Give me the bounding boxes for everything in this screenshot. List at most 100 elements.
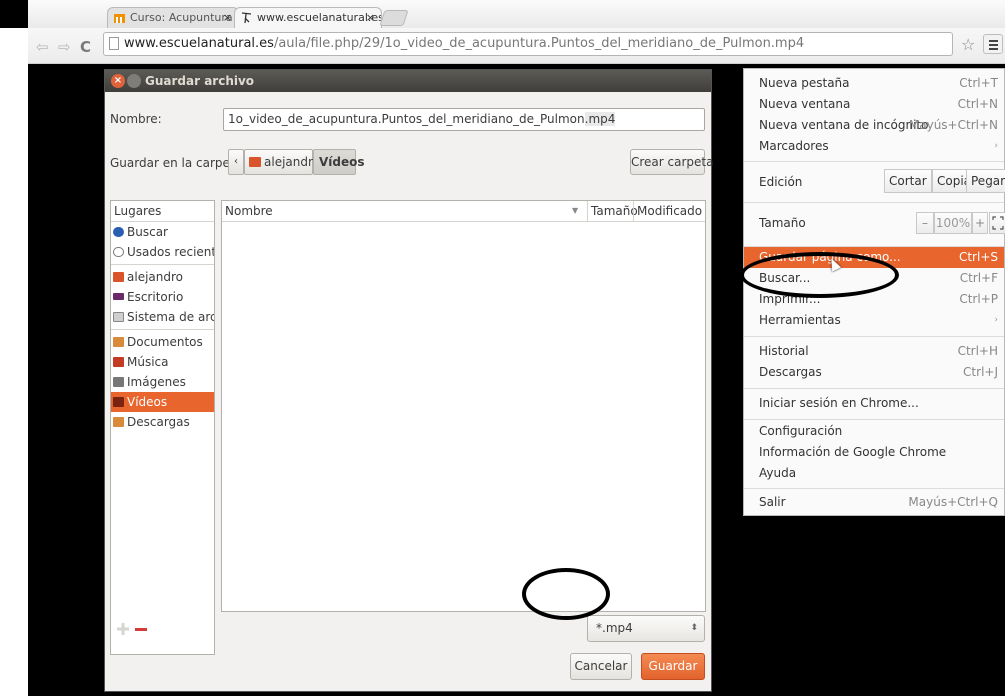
menu-item-exit[interactable]: Salir Mayús+Ctrl+Q bbox=[744, 492, 1004, 513]
back-arrow-icon[interactable]: ⇦ bbox=[36, 38, 49, 56]
menu-item-label: Nueva pestaña bbox=[759, 76, 850, 90]
menu-item-label: Configuración bbox=[759, 424, 843, 438]
window-controls-area bbox=[0, 0, 28, 28]
updown-arrow-icon: ⬍ bbox=[690, 623, 698, 633]
chrome-menu-button[interactable] bbox=[983, 34, 1003, 54]
menu-item-shortcut: Ctrl+S bbox=[958, 250, 998, 264]
menu-item-label: Herramientas bbox=[759, 313, 841, 327]
place-filesystem[interactable]: Sistema de arc… bbox=[111, 307, 214, 327]
menu-separator bbox=[744, 161, 1004, 162]
menu-item-shortcut: Ctrl+J bbox=[963, 365, 998, 379]
place-label: alejandro bbox=[127, 270, 183, 284]
menu-item-downloads[interactable]: Descargas Ctrl+J bbox=[744, 362, 1004, 383]
place-buscar[interactable]: Buscar bbox=[111, 222, 214, 242]
menu-bar-line bbox=[989, 48, 998, 50]
remove-place-icon[interactable] bbox=[135, 628, 147, 631]
menu-item-about[interactable]: Información de Google Chrome bbox=[744, 442, 1004, 463]
column-header-size[interactable]: Tamaño bbox=[587, 201, 638, 221]
menu-item-incognito[interactable]: Nueva ventana de incógnito Mayús+Ctrl+N bbox=[744, 115, 1004, 136]
annotation-circle-menu bbox=[740, 252, 899, 298]
zoom-in-button[interactable]: + bbox=[972, 212, 988, 234]
place-music[interactable]: Música bbox=[111, 352, 214, 372]
place-label: Documentos bbox=[127, 335, 203, 349]
annotation-circle-save bbox=[522, 568, 610, 620]
file-type-filter[interactable]: *.mp4 ⬍ bbox=[587, 615, 705, 642]
menu-item-tools[interactable]: Herramientas › bbox=[744, 310, 1004, 331]
dialog-close-icon[interactable]: × bbox=[111, 74, 125, 88]
filename-extension: .mp4 bbox=[584, 112, 616, 126]
fullscreen-glyph bbox=[992, 216, 1004, 230]
drive-icon bbox=[113, 312, 124, 322]
tab-close-icon[interactable]: × bbox=[366, 8, 375, 27]
path-crumb-videos[interactable]: Vídeos bbox=[313, 149, 365, 175]
place-videos[interactable]: Vídeos bbox=[111, 392, 214, 412]
file-list[interactable]: Nombre ▼ Tamaño Modificado bbox=[221, 200, 706, 612]
places-header: Lugares bbox=[111, 201, 214, 222]
address-bar[interactable]: www.escuelanatural.es/aula/file.php/29/1… bbox=[103, 32, 953, 56]
menu-item-new-window[interactable]: Nueva ventana Ctrl+N bbox=[744, 94, 1004, 115]
menu-bar-line bbox=[989, 40, 998, 42]
places-separator bbox=[111, 329, 214, 330]
dialog-minimize-icon[interactable] bbox=[127, 74, 141, 88]
home-folder-icon bbox=[249, 157, 261, 167]
menu-item-label: Tamaño bbox=[759, 216, 806, 230]
submenu-arrow-icon: › bbox=[994, 141, 998, 151]
column-header-name[interactable]: Nombre bbox=[225, 201, 273, 221]
page-icon bbox=[109, 37, 119, 50]
url-path: /aula/file.php/29/1o_video_de_acupuntura… bbox=[273, 36, 805, 51]
tab-close-icon[interactable]: × bbox=[223, 8, 232, 27]
paste-button[interactable]: Pegar bbox=[966, 169, 1005, 193]
menu-item-settings[interactable]: Configuración bbox=[744, 421, 1004, 442]
menu-item-shortcut: Ctrl+P bbox=[959, 292, 998, 306]
tab-curso-acupuntura[interactable]: Curso: Acupuntura 2013 × bbox=[107, 7, 239, 28]
escuelanatural-favicon-icon bbox=[241, 12, 252, 24]
place-documents[interactable]: Documentos bbox=[111, 332, 214, 352]
crumb-label: Vídeos bbox=[319, 155, 365, 169]
zoom-level: 100% bbox=[934, 212, 972, 234]
menu-separator bbox=[744, 488, 1004, 489]
menu-item-bookmarks[interactable]: Marcadores › bbox=[744, 136, 1004, 157]
zoom-out-button[interactable]: – bbox=[916, 212, 934, 234]
path-back-button[interactable]: ‹ bbox=[228, 149, 244, 175]
menu-item-label: Descargas bbox=[759, 365, 822, 379]
place-label: Descargas bbox=[127, 415, 190, 429]
dialog-title: Guardar archivo bbox=[145, 74, 255, 88]
place-recent[interactable]: Usados recient… bbox=[111, 242, 214, 262]
create-folder-button[interactable]: Crear carpeta bbox=[630, 149, 713, 175]
cancel-button[interactable]: Cancelar bbox=[570, 653, 632, 680]
menu-separator bbox=[744, 419, 1004, 420]
column-header-modified[interactable]: Modificado bbox=[633, 201, 702, 221]
path-crumb-home[interactable]: alejandro bbox=[244, 149, 320, 175]
file-list-header: Nombre ▼ Tamaño Modificado bbox=[222, 201, 705, 222]
browser-toolbar: ⇦ ⇨ C www.escuelanatural.es/aula/file.ph… bbox=[28, 28, 1005, 64]
menu-item-label: Marcadores bbox=[759, 139, 829, 153]
downloads-folder-icon bbox=[113, 417, 124, 427]
reload-icon[interactable]: C bbox=[80, 38, 91, 56]
menu-item-new-tab[interactable]: Nueva pestaña Ctrl+T bbox=[744, 73, 1004, 94]
fullscreen-icon[interactable] bbox=[989, 212, 1005, 234]
crumb-label: alejandro bbox=[264, 155, 320, 169]
place-label: Escritorio bbox=[127, 290, 184, 304]
save-button[interactable]: Guardar bbox=[641, 653, 705, 680]
menu-item-sign-in[interactable]: Iniciar sesión en Chrome... bbox=[744, 393, 1004, 414]
menu-item-history[interactable]: Historial Ctrl+H bbox=[744, 341, 1004, 362]
add-place-icon[interactable] bbox=[117, 623, 129, 635]
cut-button[interactable]: Cortar bbox=[884, 169, 932, 193]
place-label: Usados recient… bbox=[127, 245, 214, 259]
url-host: www.escuelanatural.es bbox=[124, 36, 274, 51]
place-home[interactable]: alejandro bbox=[111, 267, 214, 287]
place-label: Sistema de arc… bbox=[127, 310, 214, 324]
place-pictures[interactable]: Imágenes bbox=[111, 372, 214, 392]
save-folder-label: Guardar en la carpeta: bbox=[110, 156, 246, 170]
menu-item-shortcut: Mayús+Ctrl+Q bbox=[908, 495, 998, 509]
dialog-titlebar: × Guardar archivo bbox=[105, 70, 711, 92]
bookmark-star-icon[interactable]: ☆ bbox=[961, 35, 975, 54]
place-downloads[interactable]: Descargas bbox=[111, 412, 214, 432]
forward-arrow-icon[interactable]: ⇨ bbox=[58, 38, 71, 56]
menu-item-shortcut: Mayús+Ctrl+N bbox=[908, 118, 998, 132]
tab-escuelanatural[interactable]: www.escuelanatural.es/au × bbox=[234, 7, 382, 28]
menu-item-help[interactable]: Ayuda bbox=[744, 463, 1004, 484]
filename-input[interactable]: 1o_video_de_acupuntura.Puntos_del_meridi… bbox=[223, 108, 705, 131]
place-desktop[interactable]: Escritorio bbox=[111, 287, 214, 307]
home-folder-icon bbox=[113, 272, 124, 282]
